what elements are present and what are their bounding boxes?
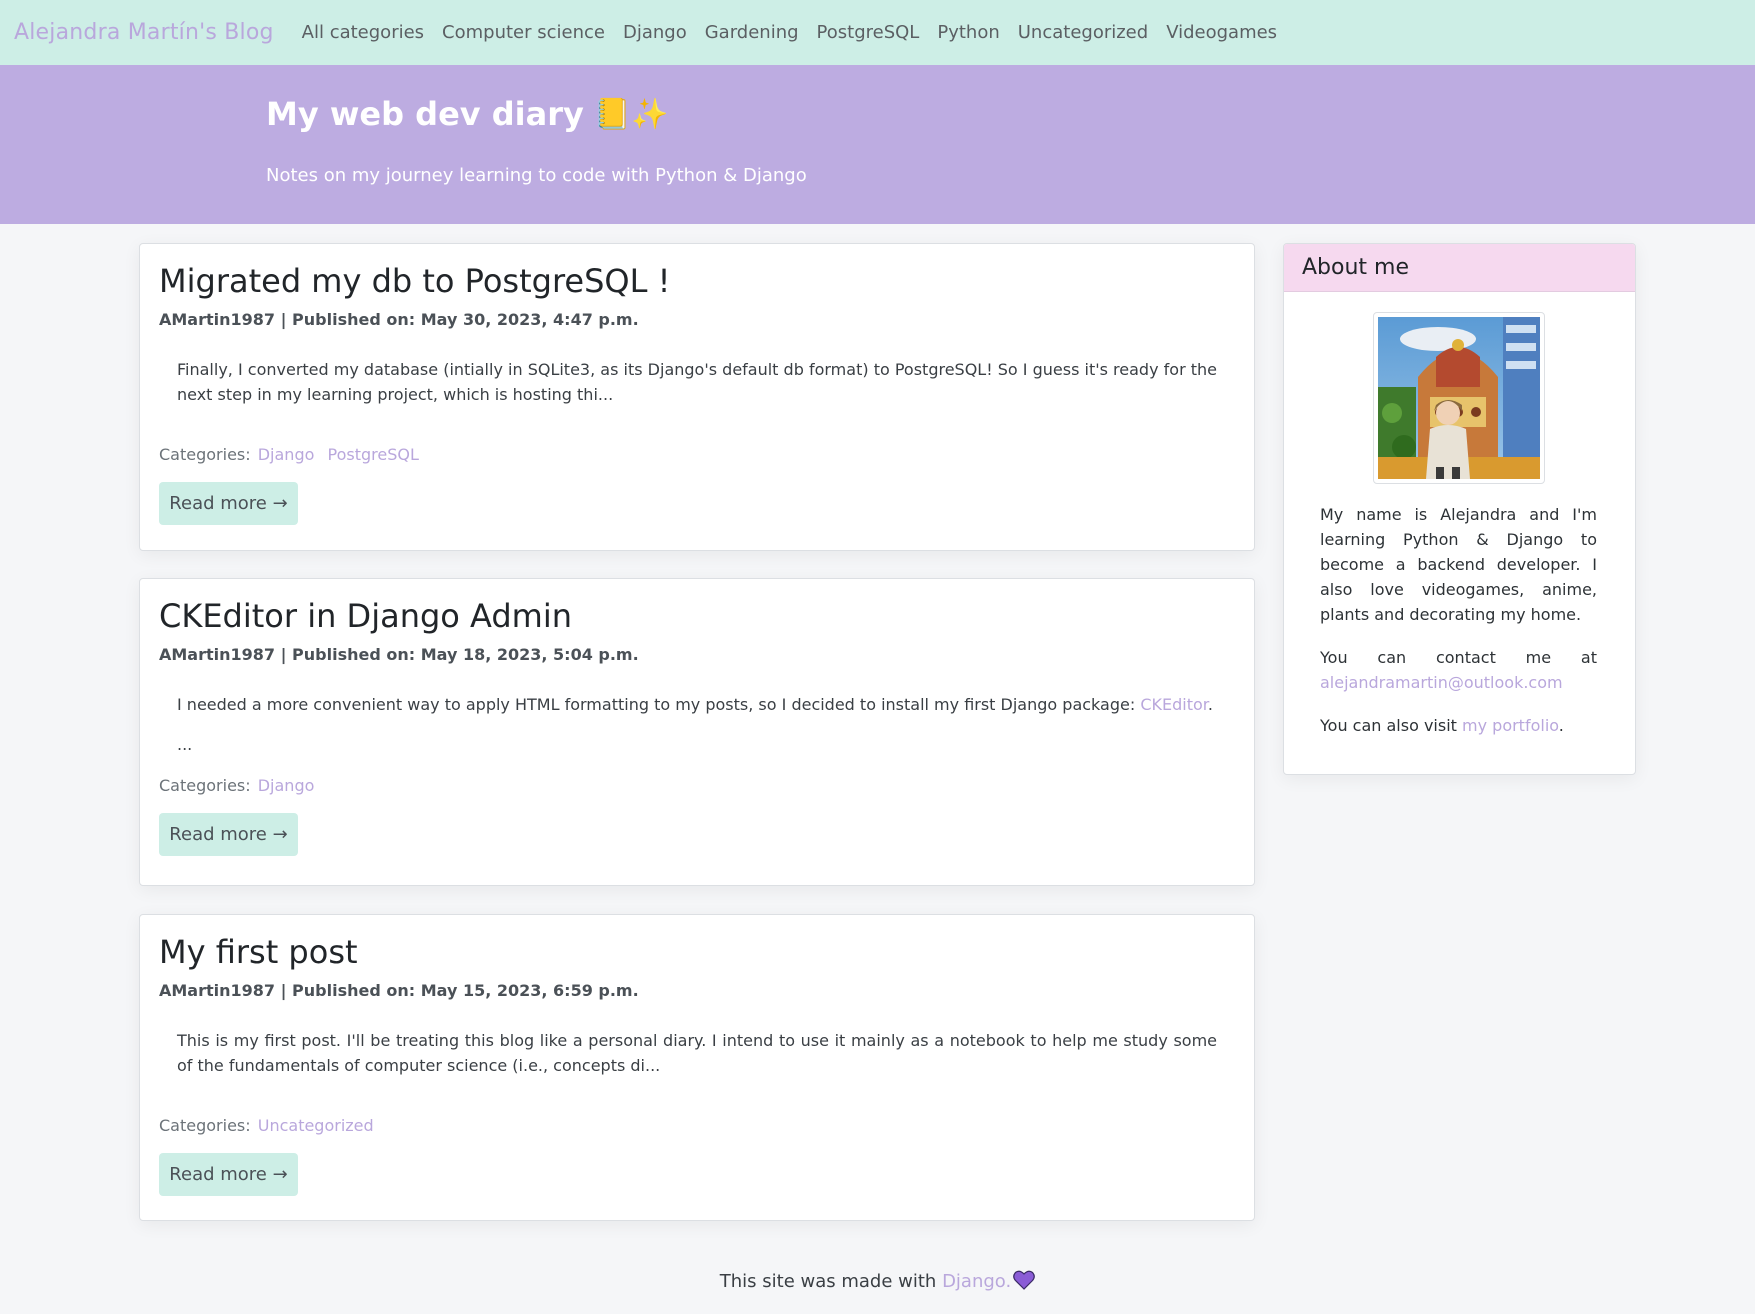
post-title: CKEditor in Django Admin	[159, 597, 573, 635]
post-meta: AMartin1987 | Published on: May 15, 2023…	[159, 981, 639, 1001]
post-categories: Categories: Django	[159, 776, 1235, 795]
post-card: My first post AMartin1987 | Published on…	[139, 914, 1255, 1221]
post-card: Migrated my db to PostgreSQL ! AMartin19…	[139, 243, 1255, 551]
about-portfolio: You can also visit my portfolio.	[1320, 713, 1597, 738]
portfolio-prefix: You can also visit	[1320, 716, 1463, 735]
about-me-text: My name is Alejandra and I'm learning Py…	[1320, 502, 1597, 756]
about-contact: You can contact me at alejandramartin@ou…	[1320, 645, 1597, 695]
nav-link-uncategorized[interactable]: Uncategorized	[1018, 22, 1148, 43]
about-me-heading: About me	[1284, 244, 1635, 292]
hero-title-text: My web dev diary	[266, 95, 584, 133]
site-footer: This site was made with Django.	[0, 1270, 1755, 1295]
category-nav: All categories Computer science Django G…	[302, 22, 1295, 43]
category-link-uncategorized[interactable]: Uncategorized	[258, 1116, 374, 1135]
nav-link-python[interactable]: Python	[937, 22, 999, 43]
post-excerpt: This is my first post. I'll be treating …	[177, 1031, 1217, 1076]
about-bio: My name is Alejandra and I'm learning Py…	[1320, 505, 1597, 624]
post-excerpt: I needed a more convenient way to apply …	[159, 692, 1235, 717]
nav-link-videogames[interactable]: Videogames	[1166, 22, 1277, 43]
post-meta: AMartin1987 | Published on: May 18, 2023…	[159, 645, 639, 665]
purple-heart-icon	[1013, 1270, 1036, 1295]
footer-text: This site was made with	[719, 1271, 943, 1292]
category-link-django[interactable]: Django	[258, 445, 315, 464]
post-title: My first post	[159, 933, 358, 971]
post-categories: Categories: Uncategorized	[159, 1116, 1235, 1135]
post-card: CKEditor in Django Admin AMartin1987 | P…	[139, 578, 1255, 886]
post-excerpt-ellipsis: ...	[177, 735, 193, 755]
ckeditor-link[interactable]: CKEditor	[1140, 695, 1208, 714]
read-more-button[interactable]: Read more →	[159, 1153, 298, 1197]
contact-prefix: You can contact me at	[1320, 648, 1597, 667]
categories-label: Categories:	[159, 776, 251, 796]
about-me-card: About me My name is Alejandra and I'm le…	[1283, 243, 1636, 775]
site-brand-link[interactable]: Alejandra Martín's Blog	[14, 20, 274, 45]
page-subtitle: Notes on my journey learning to code wit…	[266, 165, 807, 186]
category-link-django[interactable]: Django	[258, 776, 315, 795]
post-title: Migrated my db to PostgreSQL !	[159, 262, 671, 300]
post-categories: Categories: Django PostgreSQL	[159, 445, 1235, 464]
post-excerpt: Finally, I converted my database (intial…	[177, 360, 1217, 405]
nav-link-postgresql[interactable]: PostgreSQL	[817, 22, 920, 43]
read-more-button[interactable]: Read more →	[159, 482, 298, 526]
post-excerpt-end: .	[1207, 695, 1213, 715]
post-meta: AMartin1987 | Published on: May 30, 2023…	[159, 310, 639, 330]
author-photo	[1373, 312, 1545, 484]
categories-label: Categories:	[159, 445, 251, 465]
portfolio-suffix: .	[1558, 716, 1564, 735]
hero-banner: My web dev diary 📒✨ Notes on my journey …	[0, 65, 1755, 224]
portfolio-link[interactable]: my portfolio	[1462, 716, 1559, 735]
top-navbar: Alejandra Martín's Blog All categories C…	[0, 0, 1755, 65]
read-more-button[interactable]: Read more →	[159, 813, 298, 857]
email-link[interactable]: alejandramartin@outlook.com	[1320, 673, 1563, 692]
author-photo-image	[1378, 317, 1540, 479]
post-excerpt-text: I needed a more convenient way to apply …	[177, 695, 1141, 715]
category-link-postgresql[interactable]: PostgreSQL	[327, 445, 418, 464]
page-title: My web dev diary 📒✨	[266, 95, 669, 133]
notebook-sparkles-emoji: 📒✨	[593, 96, 669, 132]
nav-link-all-categories[interactable]: All categories	[302, 22, 424, 43]
nav-link-django[interactable]: Django	[623, 22, 687, 43]
categories-label: Categories:	[159, 1116, 251, 1136]
nav-link-gardening[interactable]: Gardening	[705, 22, 799, 43]
django-footer-link[interactable]: Django.	[942, 1271, 1011, 1292]
nav-link-computer-science[interactable]: Computer science	[442, 22, 605, 43]
